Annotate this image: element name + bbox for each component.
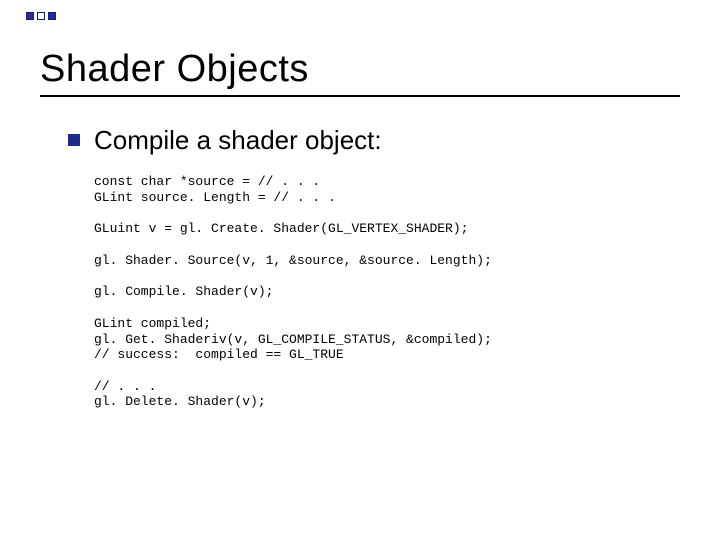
code-block: GLint compiled; gl. Get. Shaderiv(v, GL_… <box>94 316 680 363</box>
slide: Shader Objects Compile a shader object: … <box>0 0 720 540</box>
square-icon <box>37 12 45 20</box>
bullet-icon <box>68 134 80 146</box>
code-block: gl. Shader. Source(v, 1, &source, &sourc… <box>94 253 680 269</box>
slide-body: Compile a shader object: const char *sou… <box>40 125 680 410</box>
bullet-text: Compile a shader object: <box>94 125 382 156</box>
slide-title: Shader Objects <box>40 48 680 91</box>
code-block: const char *source = // . . . GLint sour… <box>94 174 680 205</box>
code-block: gl. Compile. Shader(v); <box>94 284 680 300</box>
code-block: // . . . gl. Delete. Shader(v); <box>94 379 680 410</box>
square-icon <box>26 12 34 20</box>
code-block: GLuint v = gl. Create. Shader(GL_VERTEX_… <box>94 221 680 237</box>
bullet-item: Compile a shader object: <box>68 125 680 156</box>
title-rule <box>40 95 680 97</box>
corner-decoration <box>26 12 56 20</box>
square-icon <box>48 12 56 20</box>
code-area: const char *source = // . . . GLint sour… <box>68 174 680 410</box>
